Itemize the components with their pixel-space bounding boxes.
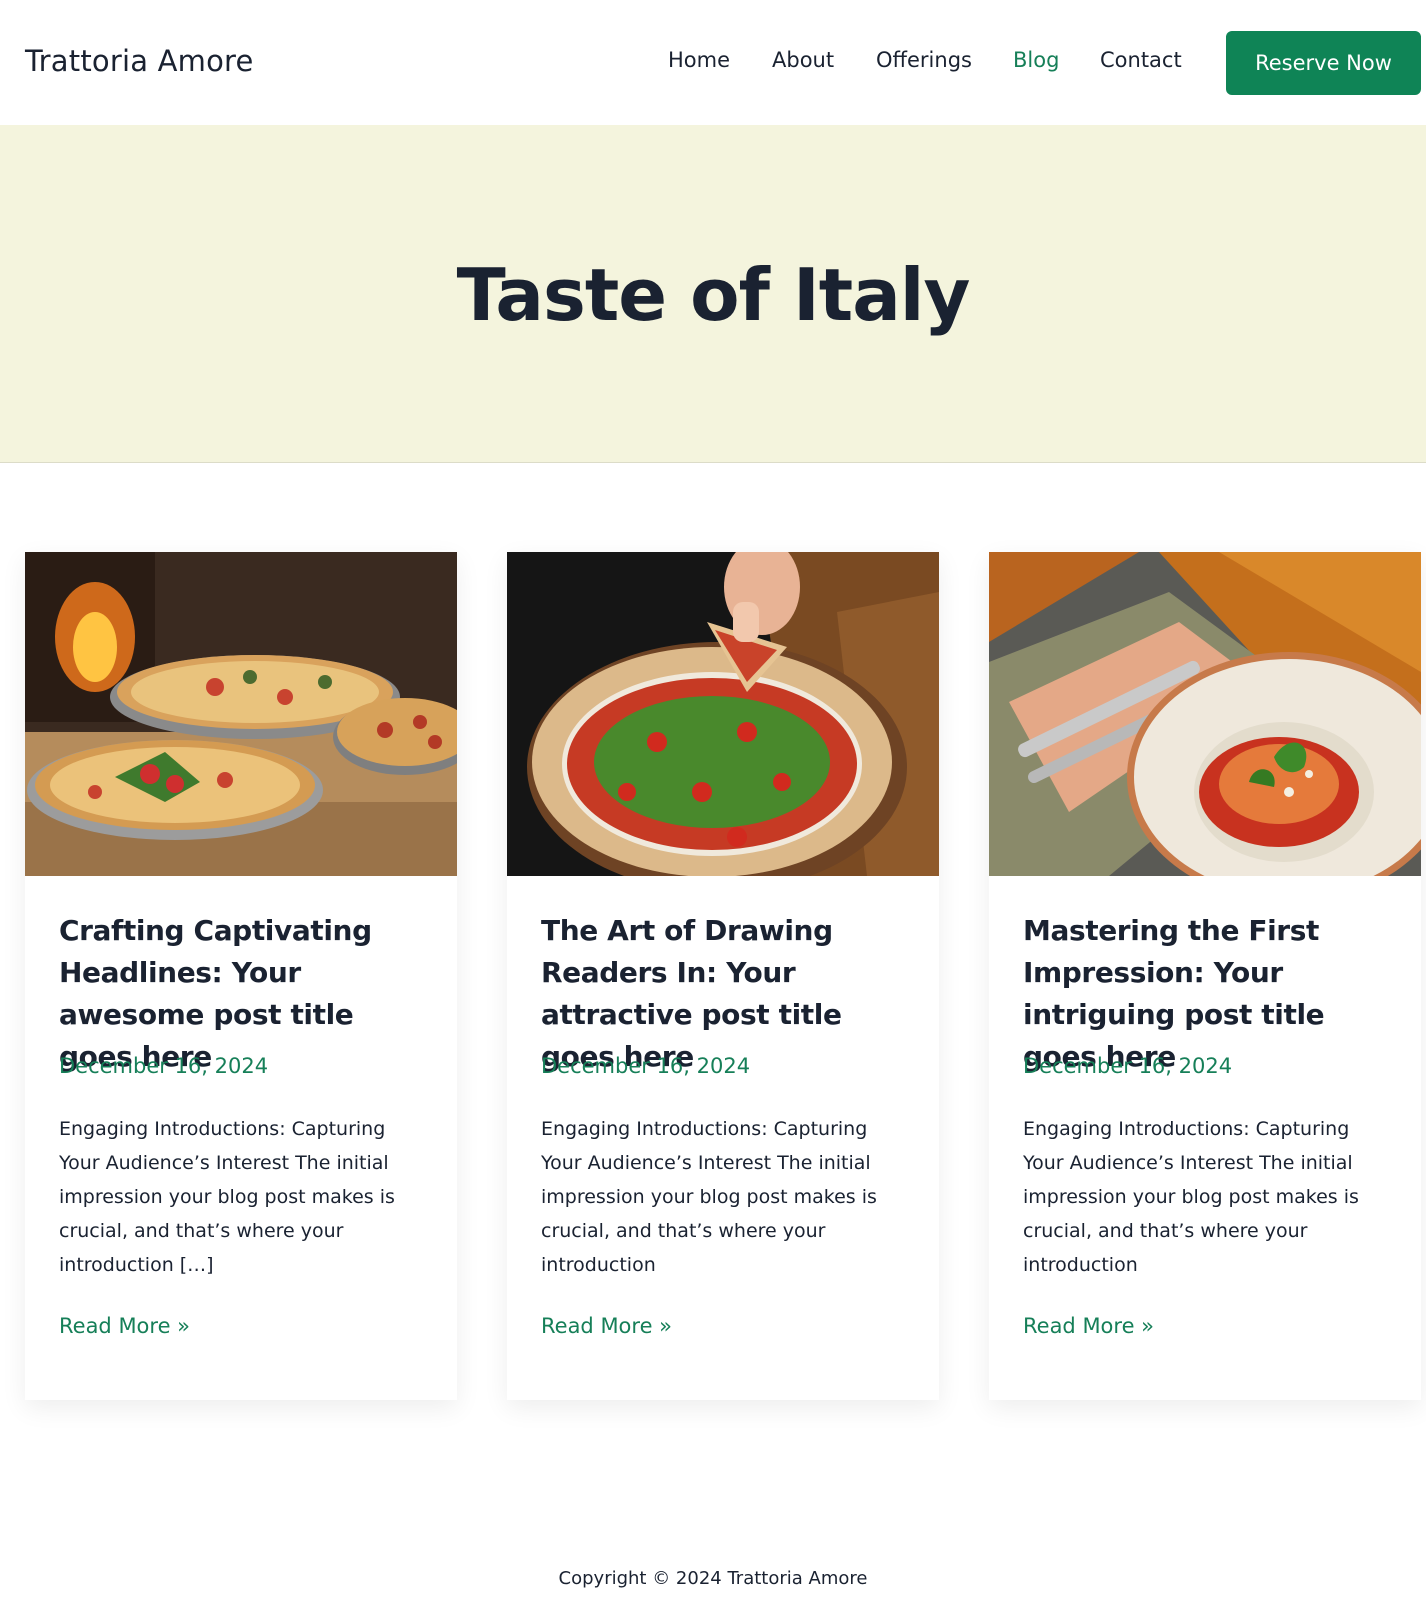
spaghetti-bowl-photo	[989, 552, 1421, 876]
nav-blog[interactable]: Blog	[1013, 48, 1059, 72]
site-footer: Copyright © 2024 Trattoria Amore	[0, 1568, 1426, 1589]
reserve-now-button[interactable]: Reserve Now	[1226, 31, 1421, 95]
post-excerpt: Engaging Introductions: Capturing Your A…	[59, 1118, 395, 1276]
post-card: The Art of Drawing Readers In: Your attr…	[507, 552, 939, 1400]
post-image-pizzas[interactable]	[25, 552, 457, 876]
post-title[interactable]: Mastering the First Impression: Your int…	[1023, 910, 1385, 1078]
read-more-link[interactable]: Read More »	[59, 1314, 190, 1338]
post-excerpt: Engaging Introductions: Capturing Your A…	[541, 1118, 877, 1276]
read-more-link[interactable]: Read More »	[1023, 1314, 1154, 1338]
post-date: December 16, 2024	[541, 1054, 751, 1078]
post-date: December 16, 2024	[59, 1054, 269, 1078]
post-title[interactable]: Crafting Captivating Headlines: Your awe…	[59, 910, 421, 1078]
nav-home[interactable]: Home	[668, 48, 730, 72]
nav-about[interactable]: About	[772, 48, 834, 72]
post-image-spaghetti[interactable]	[989, 552, 1421, 876]
nav-offerings[interactable]: Offerings	[876, 48, 972, 72]
page-title: Taste of Italy	[456, 253, 971, 337]
post-excerpt: Engaging Introductions: Capturing Your A…	[1023, 1118, 1359, 1276]
post-date: December 16, 2024	[1023, 1054, 1233, 1078]
post-title[interactable]: The Art of Drawing Readers In: Your attr…	[541, 910, 903, 1078]
nav-contact[interactable]: Contact	[1100, 48, 1182, 72]
post-image-arugula-pizza[interactable]	[507, 552, 939, 876]
arugula-pizza-slice-photo	[507, 552, 939, 876]
main-nav: Home About Offerings Blog Contact	[0, 48, 1426, 78]
copyright-text: Copyright © 2024 Trattoria Amore	[558, 1568, 868, 1589]
hero-banner: Taste of Italy	[0, 125, 1426, 463]
post-card: Mastering the First Impression: Your int…	[989, 552, 1421, 1400]
read-more-link[interactable]: Read More »	[541, 1314, 672, 1338]
post-card: Crafting Captivating Headlines: Your awe…	[25, 552, 457, 1400]
site-header: Trattoria Amore Home About Offerings Blo…	[0, 0, 1426, 125]
wood-fired-pizzas-photo	[25, 552, 457, 876]
